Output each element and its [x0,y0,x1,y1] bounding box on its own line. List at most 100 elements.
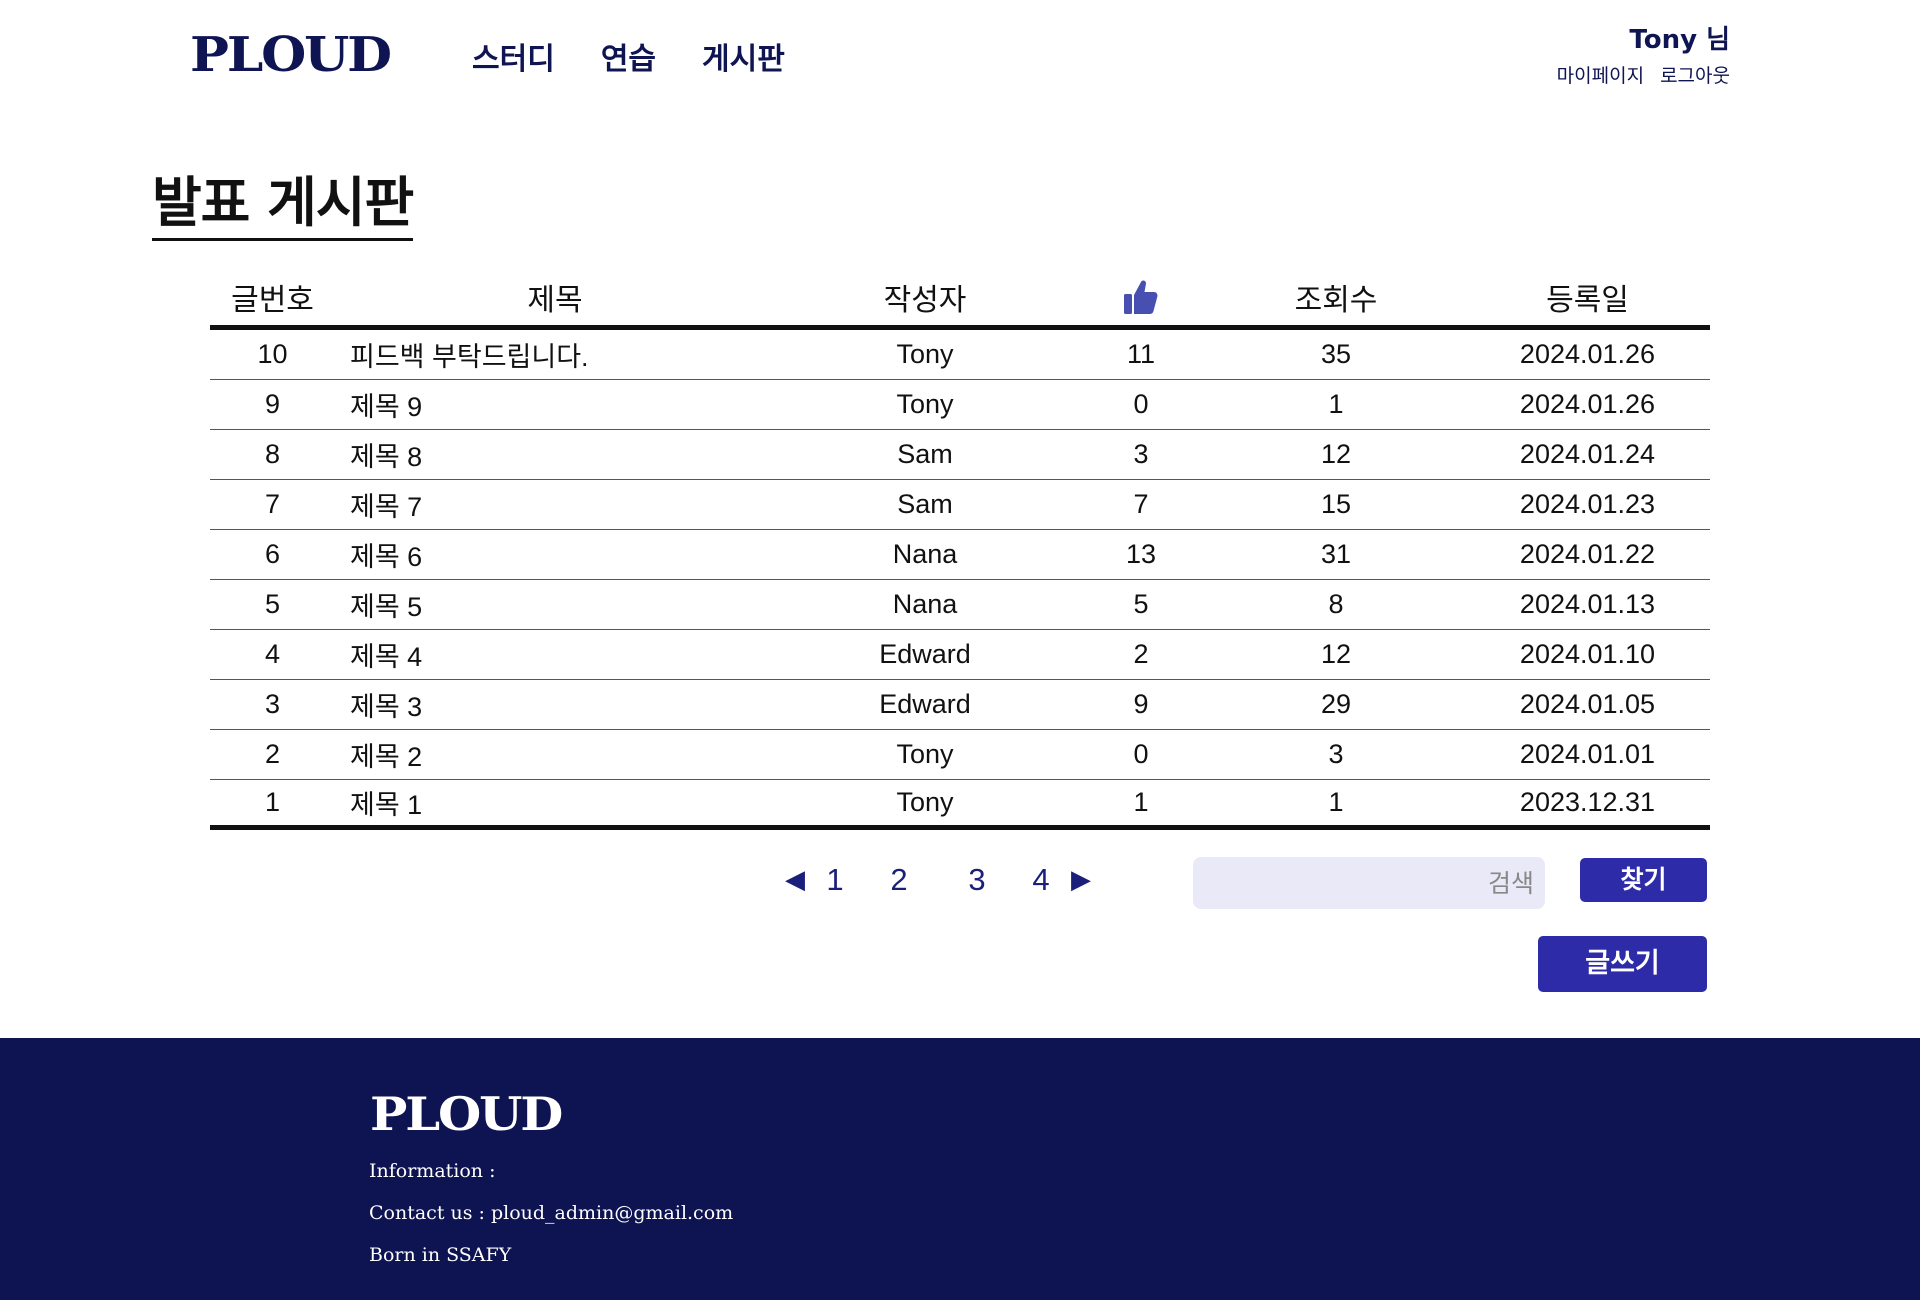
table-row[interactable]: 3 제목 3 Edward 9 29 2024.01.05 [210,680,1710,730]
cell-likes: 3 [1133,439,1149,469]
nav-item-practice[interactable]: 연습 [601,38,656,82]
nav-item-study[interactable]: 스터디 [472,38,555,82]
cell-date: 2024.01.26 [1519,389,1656,419]
nav-item-board[interactable]: 게시판 [702,38,785,82]
pagination: ◀ 1 2 3 4 ▶ [780,858,1096,902]
cell-number: 5 [264,589,281,619]
search-box [1193,857,1545,909]
cell-views: 12 [1320,639,1352,669]
table-row[interactable]: 4 제목 4 Edward 2 12 2024.01.10 [210,630,1710,680]
cell-number: 9 [264,389,281,419]
table-row[interactable]: 1 제목 1 Tony 1 1 2023.12.31 [210,780,1710,830]
cell-number: 8 [264,439,281,469]
header-likes [1075,278,1207,316]
logout-link[interactable]: 로그아웃 [1660,62,1730,90]
user-links: 마이페이지 로그아웃 [1557,62,1730,90]
footer-contact: Contact us : ploud_admin@gmail.com [369,1202,734,1224]
cell-date: 2024.01.10 [1519,639,1656,669]
cell-views: 1 [1328,389,1344,419]
page-1[interactable]: 1 [810,858,860,902]
cell-title[interactable]: 제목 4 [335,635,775,674]
cell-author: Nana [892,589,958,619]
table-row[interactable]: 7 제목 7 Sam 7 15 2024.01.23 [210,480,1710,530]
table-row[interactable]: 2 제목 2 Tony 0 3 2024.01.01 [210,730,1710,780]
table-row[interactable]: 10 피드백 부탁드립니다. Tony 11 35 2024.01.26 [210,330,1710,380]
cell-views: 15 [1320,489,1352,519]
cell-likes: 5 [1133,589,1149,619]
cell-likes: 7 [1133,489,1149,519]
thumbs-up-icon [1124,279,1158,314]
prev-page-arrow-icon[interactable]: ◀ [780,858,810,902]
cell-number: 6 [264,539,281,569]
cell-author: Nana [892,539,958,569]
cell-date: 2024.01.01 [1519,739,1656,769]
user-name: Tony 님 [1629,25,1730,55]
cell-title[interactable]: 제목 7 [335,485,775,524]
board-table: 글번호 제목 작성자 조회수 등록일 10 피드백 부탁드립니다. Tony 11 35… [210,268,1710,830]
cell-number: 3 [264,689,281,719]
cell-date: 2024.01.05 [1519,689,1656,719]
page-2[interactable]: 2 [860,858,938,902]
cell-date: 2023.12.31 [1519,787,1656,817]
cell-number: 1 [264,787,281,817]
cell-views: 8 [1328,589,1344,619]
table-body: 10 피드백 부탁드립니다. Tony 11 35 2024.01.26 9 제목 9 Ton… [210,330,1710,830]
cell-number: 7 [264,489,281,519]
cell-views: 31 [1320,539,1352,569]
cell-date: 2024.01.13 [1519,589,1656,619]
table-row[interactable]: 8 제목 8 Sam 3 12 2024.01.24 [210,430,1710,480]
cell-views: 35 [1320,339,1352,369]
cell-title[interactable]: 제목 9 [335,385,775,424]
cell-title[interactable]: 제목 6 [335,535,775,574]
cell-likes: 2 [1133,639,1149,669]
footer-information: Information : [369,1160,496,1182]
cell-date: 2024.01.26 [1519,339,1656,369]
header-views: 조회수 [1294,282,1378,318]
header-author: 작성자 [883,282,967,318]
write-post-button[interactable]: 글쓰기 [1538,936,1707,992]
cell-views: 3 [1328,739,1344,769]
logo[interactable]: PLOUD [190,30,392,80]
cell-title[interactable]: 제목 2 [335,735,775,774]
cell-title[interactable]: 제목 5 [335,585,775,624]
next-page-arrow-icon[interactable]: ▶ [1066,858,1096,902]
cell-number: 2 [264,739,281,769]
cell-date: 2024.01.24 [1519,439,1656,469]
page-title: 발표 게시판 [152,168,414,241]
cell-title[interactable]: 피드백 부탁드립니다. [335,335,775,374]
cell-views: 12 [1320,439,1352,469]
header: PLOUD 스터디 연습 게시판 Tony 님 마이페이지 로그아웃 [0,0,1920,120]
page-4[interactable]: 4 [1016,858,1066,902]
cell-author: Edward [879,689,971,719]
cell-date: 2024.01.23 [1519,489,1656,519]
cell-likes: 1 [1133,787,1149,817]
table-row[interactable]: 6 제목 6 Nana 13 31 2024.01.22 [210,530,1710,580]
cell-author: Sam [897,439,953,469]
cell-likes: 0 [1133,739,1149,769]
cell-views: 1 [1328,787,1344,817]
search-button[interactable]: 찾기 [1580,858,1707,902]
cell-number: 4 [264,639,281,669]
cell-title[interactable]: 제목 1 [335,783,775,822]
search-input[interactable] [1217,863,1534,903]
header-date: 등록일 [1546,282,1629,318]
footer: PLOUD Information : Contact us : ploud_a… [0,1038,1920,1300]
table-row[interactable]: 5 제목 5 Nana 5 8 2024.01.13 [210,580,1710,630]
cell-author: Edward [879,639,971,669]
cell-author: Tony [896,739,954,769]
cell-author: Tony [896,389,954,419]
header-title: 제목 [527,282,583,318]
table-row[interactable]: 9 제목 9 Tony 0 1 2024.01.26 [210,380,1710,430]
page-3[interactable]: 3 [938,858,1016,902]
cell-likes: 0 [1133,389,1149,419]
mypage-link[interactable]: 마이페이지 [1557,62,1644,90]
cell-views: 29 [1320,689,1352,719]
cell-title[interactable]: 제목 8 [335,435,775,474]
cell-number: 10 [257,339,288,369]
cell-title[interactable]: 제목 3 [335,685,775,724]
cell-author: Tony [896,787,954,817]
footer-born: Born in SSAFY [369,1244,512,1266]
footer-logo: PLOUD [370,1087,563,1141]
user-box: Tony 님 마이페이지 로그아웃 [1557,22,1730,90]
cell-author: Sam [897,489,953,519]
